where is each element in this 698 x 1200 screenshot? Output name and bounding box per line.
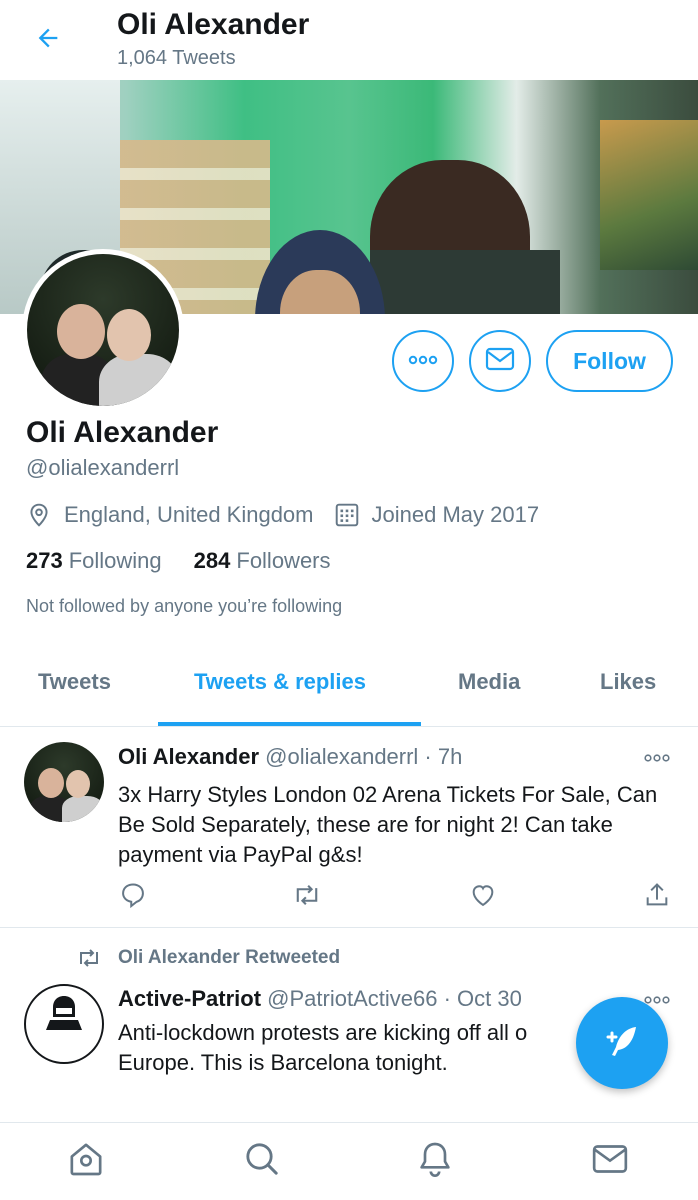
compose-feather-icon <box>600 1019 644 1068</box>
tweet-author-name[interactable]: Active-Patriot <box>118 986 261 1011</box>
followers-count: 284 <box>193 548 231 573</box>
tab-tweets-replies[interactable]: Tweets & replies <box>194 669 366 695</box>
reply-button[interactable] <box>118 882 148 912</box>
tweet-avatar[interactable] <box>24 984 104 1064</box>
calendar-icon <box>334 502 360 528</box>
reply-icon <box>119 881 147 914</box>
location-pin-icon <box>26 502 52 528</box>
retweet-icon <box>74 946 104 970</box>
header-title: Oli Alexander <box>117 8 310 41</box>
tweet-avatar[interactable] <box>24 742 104 822</box>
retweet-label[interactable]: Oli Alexander Retweeted <box>118 947 340 969</box>
nav-home[interactable] <box>66 1141 106 1181</box>
share-button[interactable] <box>642 882 672 912</box>
tweet-author-name[interactable]: Oli Alexander <box>118 744 259 769</box>
more-horizontal-icon <box>408 352 438 370</box>
bell-icon <box>415 1139 455 1184</box>
tweet[interactable]: Oli Alexander @olialexanderrl · 7h 3x Ha… <box>0 728 698 928</box>
profile-avatar[interactable] <box>22 249 184 411</box>
profile-stats: 273 Following 284 Followers <box>26 548 363 574</box>
followers-link[interactable]: 284 Followers <box>194 548 331 574</box>
tweet-actions <box>118 882 678 912</box>
tweet-more-button[interactable] <box>642 748 672 768</box>
follow-button[interactable]: Follow <box>546 330 673 392</box>
tab-likes[interactable]: Likes <box>600 669 656 695</box>
retweet-button[interactable] <box>292 882 322 912</box>
profile-name: Oli Alexander <box>26 416 219 449</box>
top-bar: Oli Alexander 1,064 Tweets <box>0 0 698 80</box>
home-icon <box>66 1139 106 1184</box>
envelope-icon <box>590 1139 630 1184</box>
envelope-icon <box>485 346 515 377</box>
share-icon <box>643 881 671 914</box>
compose-tweet-button[interactable] <box>576 997 668 1089</box>
bottom-navigation <box>0 1122 698 1200</box>
retweet-icon <box>292 881 322 914</box>
tweet-header: Active-Patriot @PatriotActive66 · Oct 30 <box>118 986 522 1012</box>
more-options-button[interactable] <box>392 330 454 392</box>
nav-notifications[interactable] <box>415 1141 455 1181</box>
tweet-meta: @olialexanderrl · 7h <box>265 744 463 769</box>
tweet-meta: @PatriotActive66 · Oct 30 <box>267 986 522 1011</box>
header-tweet-count: 1,064 Tweets <box>117 47 236 69</box>
profile-joined: Joined May 2017 <box>371 502 540 527</box>
followed-by-note: Not followed by anyone you’re following <box>26 596 343 616</box>
profile-meta: England, United Kingdom Joined May 2017 <box>26 500 539 530</box>
active-tab-indicator <box>158 722 421 726</box>
followers-label: Followers <box>236 548 331 573</box>
search-icon <box>242 1139 282 1184</box>
tweet-text: 3x Harry Styles London 02 Arena Tickets … <box>118 782 658 867</box>
tweet-header: Oli Alexander @olialexanderrl · 7h <box>118 744 462 770</box>
following-label: Following <box>68 548 162 573</box>
heart-icon <box>469 881 497 914</box>
message-button[interactable] <box>469 330 531 392</box>
nav-messages[interactable] <box>590 1141 630 1181</box>
tab-media[interactable]: Media <box>458 669 520 695</box>
like-button[interactable] <box>468 882 498 912</box>
profile-location: England, United Kingdom <box>64 502 314 527</box>
profile-tabs: Tweets Tweets & replies Media Likes <box>0 655 698 727</box>
avatar-image <box>27 254 179 406</box>
profile-handle: @olialexanderrl <box>26 455 180 480</box>
tab-tweets[interactable]: Tweets <box>38 669 111 695</box>
back-button[interactable] <box>30 22 66 58</box>
nav-search[interactable] <box>242 1141 282 1181</box>
retweet-indicator: Oli Alexander Retweeted <box>74 946 340 970</box>
following-count: 273 <box>26 548 63 573</box>
active-patriot-logo <box>46 996 82 1030</box>
following-link[interactable]: 273 Following <box>26 548 162 574</box>
more-horizontal-icon <box>644 749 670 767</box>
arrow-left-icon <box>34 24 62 57</box>
